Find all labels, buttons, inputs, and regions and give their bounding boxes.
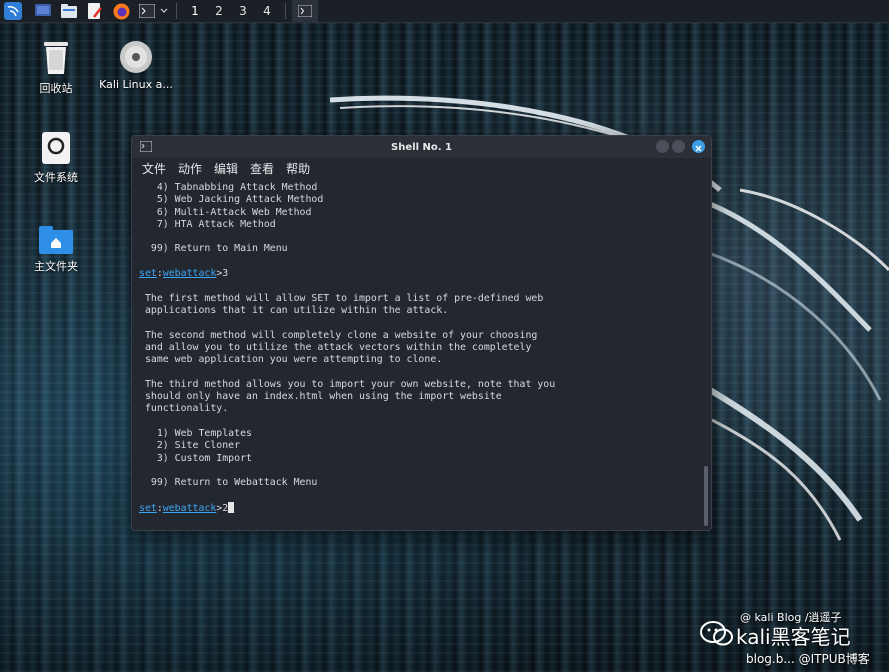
home-folder-icon (39, 226, 73, 254)
prompt-set: set (139, 502, 157, 514)
desktop-icon-label: 主文件夹 (34, 260, 78, 273)
prompt-input: >3 (216, 268, 229, 280)
taskbar: 1 2 3 4 (0, 0, 889, 23)
terminal-icon (139, 4, 155, 18)
close-button[interactable] (692, 140, 705, 153)
desktop-icon-label: 回收站 (39, 82, 73, 95)
scrollbar-thumb[interactable] (704, 466, 708, 526)
terminal-line: 2) Site Cloner (139, 440, 241, 452)
minimize-button[interactable] (656, 140, 669, 153)
terminal-line: The second method will completely clone … (139, 329, 538, 341)
prompt-module: webattack (162, 502, 217, 514)
terminal-line: 6) Multi-Attack Web Method (139, 206, 312, 218)
terminal-line: applications that it can utilize within … (139, 304, 449, 316)
window-menubar: 文件 动作 编辑 查看 帮助 (132, 158, 711, 178)
terminal-line: 3) Custom Import (139, 452, 252, 464)
window-title: Shell No. 1 (391, 141, 452, 153)
hard-drive-icon (42, 132, 70, 164)
desktop-icon-kali-disc[interactable]: Kali Linux a... (96, 40, 176, 91)
workspace-4[interactable]: 4 (255, 0, 279, 22)
desktop-icon (35, 4, 51, 16)
launcher-dropdown-button[interactable] (158, 0, 170, 22)
terminal-line: should only have an index.html when usin… (139, 391, 502, 403)
trash-icon (44, 42, 68, 74)
disc-icon (120, 41, 152, 73)
maximize-button[interactable] (672, 140, 685, 153)
terminal-line: 4) Tabnabbing Attack Method (139, 182, 318, 193)
watermark-line3: blog.b... @ITPUB博客 (746, 652, 870, 666)
terminal-icon (298, 5, 312, 17)
terminal-launcher-button[interactable] (136, 0, 158, 22)
desktop-icon-trash[interactable]: 回收站 (16, 40, 96, 96)
workspace-2[interactable]: 2 (207, 0, 231, 22)
kali-menu-button[interactable] (0, 0, 26, 22)
terminal-line: 99) Return to Main Menu (139, 243, 288, 255)
close-icon (695, 145, 702, 152)
terminal-line: 5) Web Jacking Attack Method (139, 194, 324, 206)
folder-icon (61, 4, 77, 18)
desktop-icon-filesystem[interactable]: 文件系统 (16, 131, 96, 185)
terminal-prompt-line: set:webattack>3 (139, 268, 229, 280)
desktop-icon-home-folder[interactable]: 主文件夹 (16, 226, 96, 274)
terminal-line: functionality. (139, 403, 229, 415)
prompt-module: webattack (162, 268, 217, 280)
wechat-logo-icon (700, 621, 733, 646)
firefox-icon (113, 3, 129, 19)
menu-file[interactable]: 文件 (142, 160, 166, 177)
taskbar-terminal-window-button[interactable] (292, 0, 318, 22)
prompt-input: >2 (216, 502, 229, 514)
terminal-scrollbar[interactable] (702, 180, 708, 526)
terminal-output[interactable]: 4) Tabnabbing Attack Method 5) Web Jacki… (132, 180, 697, 530)
menu-actions[interactable]: 动作 (178, 160, 202, 177)
terminal-cursor (228, 501, 235, 513)
terminal-line: and allow you to utilize the attack vect… (139, 341, 532, 353)
terminal-line: same web application you were attempting… (139, 354, 443, 366)
taskbar-separator (176, 3, 177, 19)
chevron-down-icon (160, 8, 168, 13)
terminal-line: 99) Return to Webattack Menu (139, 477, 318, 489)
terminal-icon (140, 141, 152, 152)
file-manager-button[interactable] (58, 0, 80, 22)
window-titlebar[interactable]: Shell No. 1 (132, 136, 711, 158)
text-editor-button[interactable] (84, 0, 106, 22)
desktop-icon-label: Kali Linux a... (99, 78, 173, 91)
workspace-3[interactable]: 3 (231, 0, 255, 22)
prompt-set: set (139, 268, 157, 280)
menu-edit[interactable]: 编辑 (214, 160, 238, 177)
firefox-button[interactable] (110, 0, 132, 22)
menu-view[interactable]: 查看 (250, 160, 274, 177)
menu-help[interactable]: 帮助 (286, 160, 310, 177)
terminal-line: The first method will allow SET to impor… (139, 292, 544, 304)
terminal-prompt-line[interactable]: set:webattack>2 (139, 501, 697, 514)
terminal-line: 1) Web Templates (139, 427, 252, 439)
kali-logo-icon (4, 2, 22, 20)
watermark-line2: kali黑客笔记 (736, 625, 851, 649)
show-desktop-button[interactable] (32, 0, 54, 22)
terminal-line: The third method allows you to import yo… (139, 378, 556, 390)
taskbar-separator (285, 3, 286, 19)
workspace-1[interactable]: 1 (183, 0, 207, 22)
terminal-line: 7) HTA Attack Method (139, 218, 276, 230)
terminal-window[interactable]: Shell No. 1 文件 动作 编辑 查看 帮助 4) Tabnabbing… (131, 135, 712, 531)
desktop-icon-label: 文件系统 (34, 171, 78, 184)
text-editor-icon (88, 3, 102, 19)
